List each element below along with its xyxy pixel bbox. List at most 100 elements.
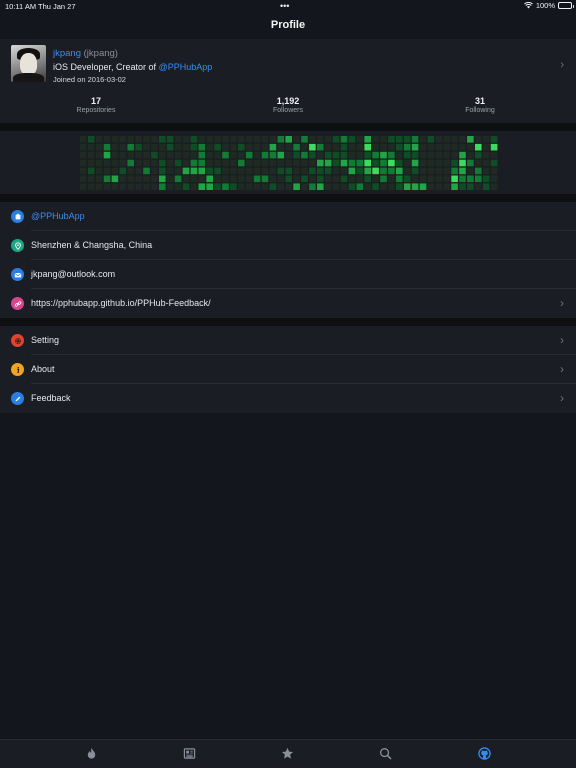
contribution-cell (403, 143, 411, 151)
contribution-cell (411, 143, 419, 151)
tab-starred[interactable] (280, 746, 294, 760)
info-row-link[interactable]: https://pphubapp.github.io/PPHub-Feedbac… (0, 289, 576, 318)
contribution-cell (293, 175, 300, 183)
contribution-cell (324, 143, 332, 151)
star-icon (281, 747, 293, 759)
contribution-cell (143, 136, 150, 143)
contribution-cell (490, 183, 498, 190)
status-date: Thu Jan 27 (38, 2, 76, 11)
contribution-cell (80, 167, 87, 175)
contribution-cell (293, 151, 300, 159)
contribution-cell (166, 143, 174, 151)
stat-following[interactable]: 31 Following (430, 96, 530, 114)
contribution-cell (419, 167, 427, 175)
contribution-cell (174, 175, 182, 183)
contribution-cell (427, 175, 435, 183)
menu-row-setting[interactable]: Setting › (0, 326, 576, 355)
contribution-cell (411, 167, 419, 175)
contribution-cell (435, 175, 443, 183)
info-row-company[interactable]: @PPHubApp (0, 202, 576, 231)
contribution-cell (95, 143, 103, 151)
contribution-cell (482, 143, 490, 151)
contribution-cell (245, 183, 253, 190)
profile-bio-link[interactable]: @PPHubApp (159, 62, 213, 72)
contribution-cell (340, 183, 348, 190)
contribution-cell (277, 175, 285, 183)
contribution-cell (151, 151, 158, 159)
battery-percent: 100% (535, 1, 555, 10)
contribution-cell (372, 175, 379, 183)
contribution-cell (388, 159, 395, 167)
contributions-graph[interactable] (80, 135, 500, 191)
contribution-cell (317, 136, 324, 143)
contribution-cell (324, 136, 332, 143)
contribution-cell (111, 151, 119, 159)
profile-joined: Joined on 2016-03-02 (53, 74, 126, 84)
contribution-cell (396, 175, 403, 183)
contribution-cell (475, 167, 482, 175)
contribution-cell (435, 136, 443, 143)
tab-trending[interactable] (84, 746, 98, 760)
contribution-cell (372, 167, 379, 175)
chevron-right-icon: › (560, 59, 564, 71)
tab-news[interactable] (182, 746, 196, 760)
contribution-cell (111, 183, 119, 190)
tab-search[interactable] (378, 746, 392, 760)
contribution-cell (238, 183, 245, 190)
menu-row-about[interactable]: About › (0, 355, 576, 384)
contribution-cell (459, 143, 466, 151)
status-bar: 10:11 AM Thu Jan 27 ••• 100% (0, 0, 576, 12)
info-row-location[interactable]: Shenzhen & Changsha, China (0, 231, 576, 260)
contribution-cell (348, 183, 356, 190)
contribution-cell (238, 175, 245, 183)
contribution-cell (261, 159, 269, 167)
contribution-cell (151, 183, 158, 190)
contribution-cell (135, 136, 142, 143)
contribution-cell (269, 143, 277, 151)
contribution-cell (301, 151, 308, 159)
contribution-cell (95, 167, 103, 175)
contribution-cell (103, 183, 111, 190)
contribution-cell (230, 159, 237, 167)
stat-repositories[interactable]: 17 Repositories (46, 96, 146, 114)
contribution-cell (443, 151, 450, 159)
stat-followers[interactable]: 1,192 Followers (238, 96, 338, 114)
status-right: 100% (523, 1, 574, 10)
contribution-cell (253, 183, 261, 190)
contribution-cell (87, 175, 95, 183)
contribution-cell (443, 136, 450, 143)
contribution-cell (182, 183, 190, 190)
contribution-cell (277, 183, 285, 190)
contribution-cell (80, 136, 87, 143)
contribution-cell (206, 143, 213, 151)
contribution-cell (182, 151, 190, 159)
contribution-cell (340, 159, 348, 167)
contribution-cell (467, 136, 474, 143)
multitasking-dots[interactable]: ••• (280, 1, 289, 11)
contribution-cell (364, 183, 371, 190)
contribution-cell (190, 159, 198, 167)
contribution-cell (230, 143, 237, 151)
contribution-cell (245, 167, 253, 175)
contribution-cell (135, 143, 142, 151)
menu-row-feedback[interactable]: Feedback › (0, 384, 576, 413)
contribution-cell (403, 151, 411, 159)
contribution-cell (411, 183, 419, 190)
contribution-cell (143, 159, 150, 167)
contribution-cell (356, 159, 364, 167)
contribution-cell (388, 136, 395, 143)
contribution-cell (443, 159, 450, 167)
contribution-cell (411, 151, 419, 159)
contribution-cell (340, 143, 348, 151)
tab-profile[interactable] (477, 746, 491, 760)
contribution-cell (467, 183, 474, 190)
contribution-cell (143, 183, 150, 190)
contribution-cell (419, 159, 427, 167)
contribution-cell (467, 151, 474, 159)
profile-header[interactable]: jkpang (jkpang) iOS Developer, Creator o… (0, 41, 576, 92)
contribution-cell (380, 136, 387, 143)
contribution-cell (356, 151, 364, 159)
info-row-email[interactable]: jkpang@outlook.com (0, 260, 576, 289)
contribution-cell (443, 167, 450, 175)
info-row-label: @PPHubApp (31, 211, 85, 221)
